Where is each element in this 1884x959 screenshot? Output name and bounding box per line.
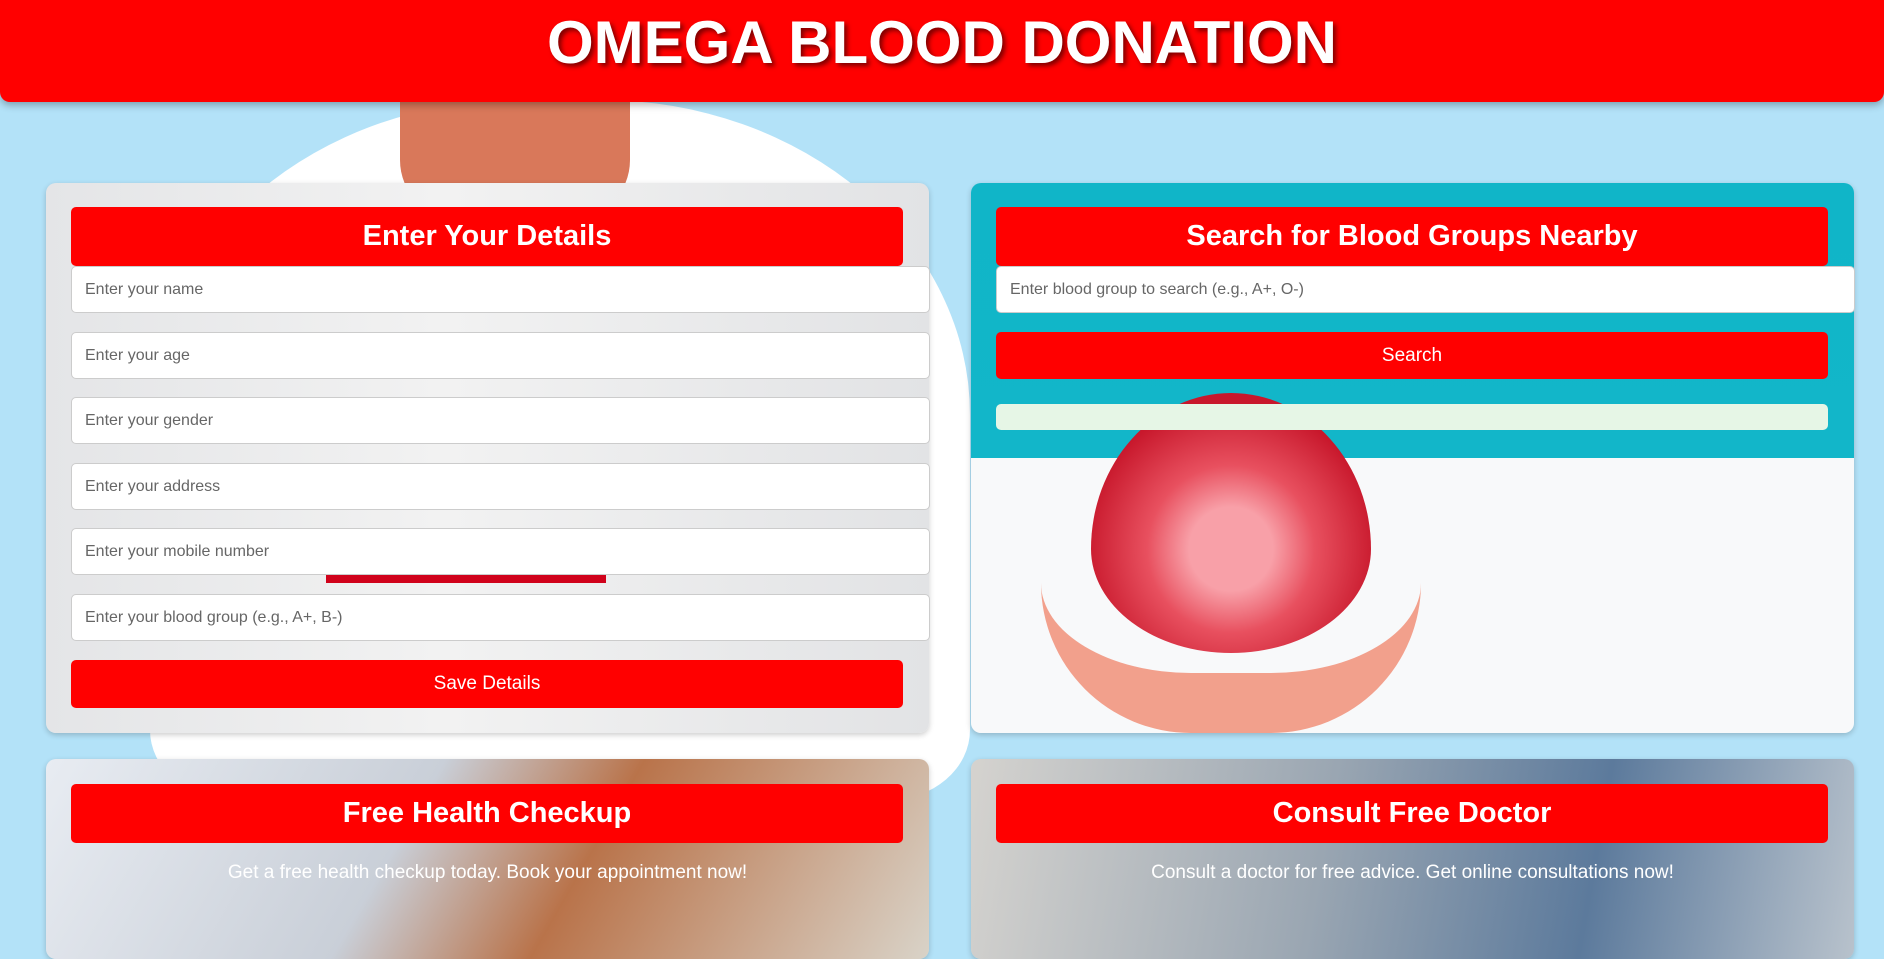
health-checkup-title: Free Health Checkup (71, 784, 903, 843)
consult-doctor-title: Consult Free Doctor (996, 784, 1828, 843)
blood-group-search-input[interactable] (996, 266, 1855, 313)
search-button[interactable]: Search (996, 332, 1828, 379)
consult-doctor-text: Consult a doctor for free advice. Get on… (1151, 862, 1674, 883)
hands-illustration (1041, 583, 1421, 733)
search-card: Search for Blood Groups Nearby Search (971, 183, 1855, 733)
name-input[interactable] (71, 266, 930, 313)
save-details-button[interactable]: Save Details (71, 660, 903, 708)
mobile-input[interactable] (71, 528, 930, 575)
health-checkup-text: Get a free health checkup today. Book yo… (227, 862, 748, 883)
gender-input[interactable] (71, 397, 930, 444)
search-results (996, 404, 1828, 430)
site-title: OMEGA BLOOD DONATION (547, 9, 1337, 76)
consult-doctor-card: Consult Free Doctor Consult a doctor for… (971, 759, 1854, 959)
details-card: Enter Your Details Save Details (46, 183, 930, 733)
details-card-title: Enter Your Details (71, 207, 903, 266)
search-card-title: Search for Blood Groups Nearby (996, 207, 1828, 266)
health-checkup-card: Free Health Checkup Get a free health ch… (46, 759, 929, 959)
age-input[interactable] (71, 332, 930, 379)
address-input[interactable] (71, 463, 930, 510)
site-header: OMEGA BLOOD DONATION (0, 0, 1884, 102)
blood-group-input[interactable] (71, 594, 930, 641)
